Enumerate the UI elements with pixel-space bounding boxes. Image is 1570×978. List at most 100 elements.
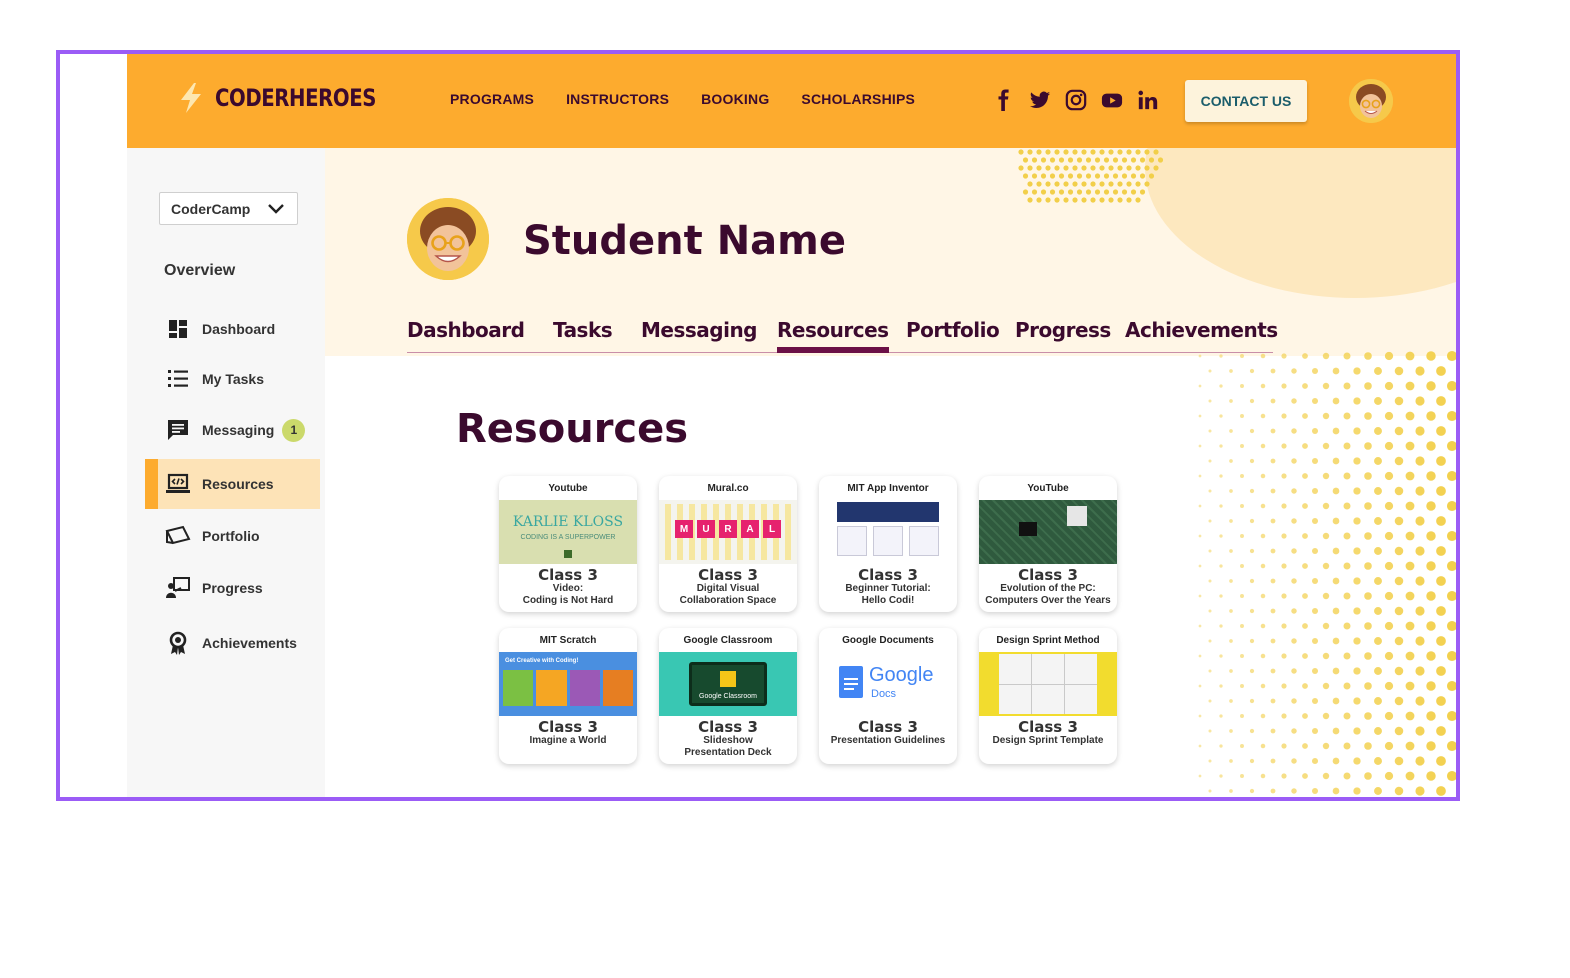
tab-dashboard[interactable]: Dashboard <box>407 318 525 353</box>
decorative-dot <box>1457 426 1460 436</box>
decorative-dot <box>1457 576 1460 586</box>
decorative-dot <box>1343 742 1351 750</box>
tab-portfolio[interactable]: Portfolio <box>906 318 1000 353</box>
decorative-dot <box>1343 442 1351 450</box>
doc-line <box>844 678 858 680</box>
decorative-dot <box>1040 173 1047 179</box>
nav-instructors[interactable]: INSTRUCTORS <box>566 91 669 107</box>
decorative-dot <box>1270 578 1276 584</box>
google-docs-icon <box>839 666 863 698</box>
decorative-dot <box>1446 350 1456 362</box>
decorative-dot <box>1240 384 1244 388</box>
decorative-dot <box>1405 771 1415 781</box>
decorative-dot <box>1018 149 1024 155</box>
decorative-dot <box>1291 608 1297 614</box>
decorative-dot <box>1322 442 1330 450</box>
decorative-dot <box>1446 770 1456 782</box>
resource-card[interactable]: MIT Scratch Get Creative with Coding! Cl… <box>499 628 637 764</box>
youtube-icon[interactable] <box>1100 87 1124 113</box>
thumbnail-text: Get Creative with Coding! <box>505 658 579 664</box>
decorative-dot <box>1281 443 1287 449</box>
decorative-dot <box>1364 742 1372 750</box>
sidebar-item-progress[interactable]: Progress <box>145 563 320 613</box>
user-avatar[interactable] <box>1349 79 1393 123</box>
decorative-dot <box>1198 444 1202 448</box>
resource-card[interactable]: Google Documents Google Docs Class 3 Pre… <box>819 628 957 764</box>
decorative-dot <box>1364 592 1372 600</box>
thumbnail-tile <box>873 526 903 556</box>
decorative-dot <box>1198 714 1202 718</box>
tab-tasks[interactable]: Tasks <box>553 318 613 353</box>
decorative-dot <box>1374 697 1382 705</box>
decorative-dot <box>1270 668 1276 674</box>
decorative-dot <box>1219 504 1223 508</box>
sidebar-item-messaging[interactable]: Messaging 1 <box>145 405 320 455</box>
program-select-value: CoderCamp <box>171 200 251 217</box>
resource-card[interactable]: Mural.co M U R A L Class 3 Digital Visua… <box>659 476 797 612</box>
decorative-dot <box>1322 562 1330 570</box>
decorative-dot <box>1240 504 1244 508</box>
decorative-dot <box>1281 593 1287 599</box>
nav-scholarships[interactable]: SCHOLARSHIPS <box>801 91 915 107</box>
resource-card[interactable]: MIT App Inventor Class 3 Beginner Tutori… <box>819 476 957 612</box>
nav-booking[interactable]: BOOKING <box>701 91 769 107</box>
decorative-dot <box>1384 591 1394 601</box>
tab-progress[interactable]: Progress <box>1015 318 1111 353</box>
sidebar-item-portfolio[interactable]: Portfolio <box>145 511 320 561</box>
decorative-dot <box>1270 608 1276 614</box>
decorative-dot <box>1394 456 1404 466</box>
decorative-dot <box>1240 654 1244 658</box>
decorative-dot <box>1291 788 1297 794</box>
instagram-icon[interactable] <box>1064 87 1088 113</box>
nav-programs[interactable]: PROGRAMS <box>450 91 534 107</box>
decorative-dot <box>1249 518 1255 524</box>
decorative-dot <box>1457 516 1460 526</box>
linkedin-icon[interactable] <box>1136 87 1160 113</box>
decorative-dot <box>1240 714 1244 718</box>
decorative-dot <box>1426 681 1436 691</box>
resource-card[interactable]: Design Sprint Method Class 3 Design Spri… <box>979 628 1117 764</box>
sidebar-item-resources[interactable]: Resources <box>145 459 320 509</box>
decorative-dot <box>1364 502 1372 510</box>
twitter-icon[interactable] <box>1028 87 1052 113</box>
decorative-dot <box>1240 354 1244 358</box>
decorative-dot <box>1121 189 1128 195</box>
decorative-dot <box>1126 149 1132 155</box>
decorative-dot <box>1112 157 1119 163</box>
resource-card[interactable]: Youtube KARLIE KLOSS CODING IS A SUPERPO… <box>499 476 637 612</box>
decorative-dot <box>1457 666 1460 676</box>
decorative-dot <box>1240 594 1244 598</box>
resource-card[interactable]: YouTube Class 3 Evolution of the PC: Com… <box>979 476 1117 612</box>
decorative-dot <box>1457 366 1460 376</box>
contact-us-button[interactable]: CONTACT US <box>1185 80 1307 122</box>
decorative-dot <box>1229 489 1233 493</box>
decorative-dot <box>1281 563 1287 569</box>
decorative-dot <box>1353 757 1361 765</box>
decorative-dot <box>1139 157 1146 163</box>
decorative-dot <box>1405 411 1415 421</box>
program-select[interactable]: CoderCamp <box>159 192 298 225</box>
resource-card[interactable]: Google Classroom Google Classroom Class … <box>659 628 797 764</box>
decorative-dot <box>1426 561 1436 571</box>
sidebar-item-my-tasks[interactable]: My Tasks <box>145 354 320 404</box>
decorative-dot <box>1249 758 1255 764</box>
thumbnail-tile <box>909 526 939 556</box>
decorative-dot <box>1219 564 1223 568</box>
decorative-dot <box>1364 472 1372 480</box>
tab-messaging[interactable]: Messaging <box>641 318 758 353</box>
decorative-dot <box>1332 607 1340 615</box>
logo[interactable]: CODERHEROES <box>177 82 411 114</box>
decorative-dot <box>1353 547 1361 555</box>
decorative-dot <box>1040 157 1047 163</box>
decorative-dot <box>1240 564 1244 568</box>
sidebar-item-dashboard[interactable]: Dashboard <box>145 304 320 354</box>
tab-resources[interactable]: Resources <box>777 318 889 353</box>
decorative-dot <box>1126 181 1132 187</box>
decorative-dot <box>1249 788 1255 794</box>
facebook-icon[interactable] <box>992 87 1016 113</box>
decorative-dot <box>1027 149 1033 155</box>
top-header: CODERHEROES PROGRAMS INSTRUCTORS BOOKING… <box>127 54 1456 148</box>
sidebar-item-achievements[interactable]: Achievements <box>145 618 320 668</box>
decorative-dot <box>1302 743 1308 749</box>
decorative-dot <box>1291 638 1297 644</box>
